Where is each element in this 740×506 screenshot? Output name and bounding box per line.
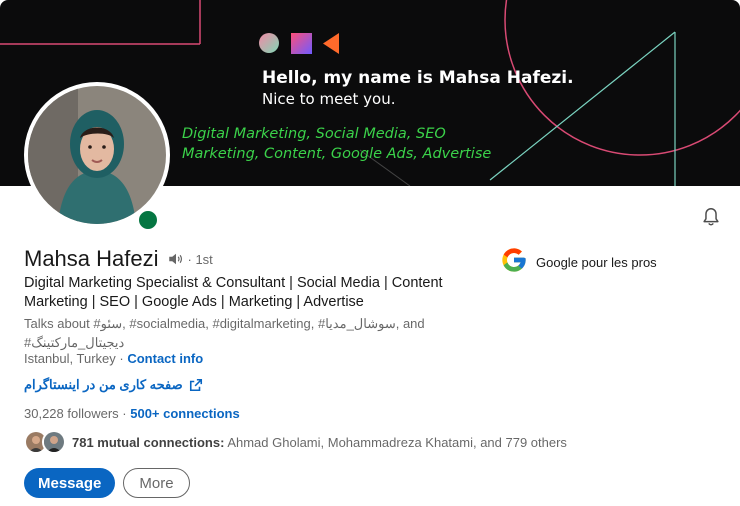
mutual-names: Ahmad Gholami, Mohammadreza Khatami, and…	[224, 434, 567, 450]
banner-title: Hello, my name is Mahsa Hafezi.	[262, 68, 574, 88]
banner-tags: Digital Marketing, Social Media, SEO Mar…	[182, 124, 491, 164]
profile-card: Hello, my name is Mahsa Hafezi. Nice to …	[0, 0, 740, 506]
company-name: Google pour les pros	[536, 255, 657, 270]
more-button[interactable]: More	[123, 468, 190, 498]
google-logo	[500, 246, 528, 279]
followers-row: 30,228 followers · 500+ connections	[24, 406, 240, 421]
profile-name: Mahsa Hafezi	[24, 246, 159, 271]
connections-link[interactable]: 500+ connections	[130, 406, 239, 421]
contact-info-link[interactable]: Contact info	[127, 351, 203, 366]
banner-tags-line-2: Marketing, Content, Google Ads, Advertis…	[182, 146, 492, 162]
speaker-icon[interactable]	[167, 250, 185, 268]
location: Istanbul, Turkey	[24, 351, 116, 366]
followers-count: 30,228 followers	[24, 406, 119, 421]
current-company[interactable]: Google pour les pros	[500, 246, 657, 279]
name-row: Mahsa Hafezi · 1st	[24, 246, 213, 272]
profile-photo-image	[28, 86, 166, 224]
external-link-icon	[189, 378, 203, 392]
banner-subtitle: Nice to meet you.	[262, 90, 396, 108]
website-label: صفحه کاری من در اینستاگرام	[24, 377, 183, 392]
profile-headline: Digital Marketing Specialist & Consultan…	[24, 275, 443, 310]
profile-photo[interactable]	[24, 82, 170, 228]
mutual-connections[interactable]: 781 mutual connections: Ahmad Gholami, M…	[24, 430, 567, 454]
action-buttons: Message More	[24, 468, 190, 498]
banner-tags-line-1: Digital Marketing, Social Media, SEO	[182, 126, 446, 142]
talks-about: Talks about #سئو, #socialmedia, #digital…	[24, 316, 425, 350]
connection-degree: · 1st	[187, 251, 213, 267]
message-button[interactable]: Message	[24, 468, 116, 498]
website-link[interactable]: صفحه کاری من در اینستاگرام	[24, 377, 203, 393]
mutual-text: 781 mutual connections: Ahmad Gholami, M…	[72, 435, 567, 450]
location-row: Istanbul, Turkey · Contact info	[24, 351, 203, 366]
mutual-avatar	[42, 430, 66, 454]
followers-separator: ·	[118, 406, 131, 421]
mutual-count: 781 mutual connections:	[72, 434, 225, 450]
location-separator: ·	[115, 351, 128, 366]
online-status-indicator	[136, 208, 160, 232]
bell-icon[interactable]	[700, 206, 722, 228]
